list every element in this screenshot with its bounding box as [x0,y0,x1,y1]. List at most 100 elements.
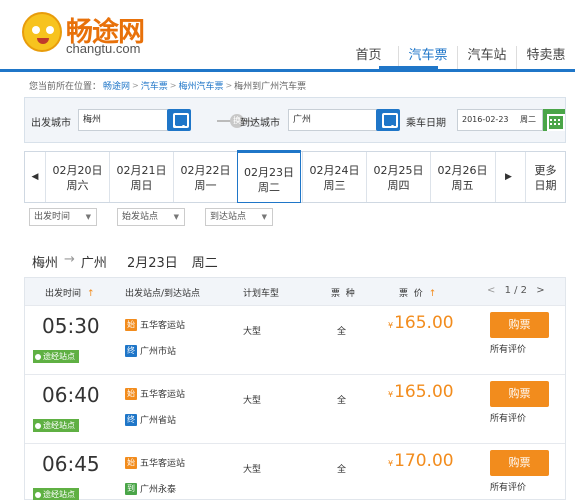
from-station-picker-icon[interactable] [167,109,191,131]
chevron-down-icon: ▼ [261,213,267,221]
start-badge: 始 [125,318,137,331]
start-badge: 始 [125,456,137,469]
breadcrumb-city-tickets[interactable]: 梅州汽车票 [178,79,223,92]
date-tab-weekday: 周日 [130,179,153,192]
ticket-type: 全 [337,396,347,406]
route-from: 梅州 [32,256,59,271]
site-logo[interactable]: 畅途网 changtu.com [22,10,152,60]
price: ¥165.00 [388,382,454,402]
bus-type: 大型 [243,396,262,406]
date-tab[interactable]: 02月25日 周四 [366,152,430,202]
end-badge: 终 [125,413,137,426]
main-nav: 首页 汽车票 汽车站 特卖惠 [339,46,575,70]
nav-bus-stations[interactable]: 汽车站 [457,46,516,70]
th-label: 出发时间 [45,289,82,299]
pager-text: 1 / 2 [504,285,528,296]
filter-label: 出发时间 [34,212,71,222]
date-tab-date: 02月25日 [373,164,424,177]
pager-next-icon[interactable]: > [536,285,544,296]
nav-deals[interactable]: 特卖惠 [516,46,575,70]
date-tab[interactable]: 02月21日 周日 [109,152,173,202]
mascot-icon [22,12,62,52]
th-departure-time[interactable]: 出发时间 ↑ [45,286,95,299]
all-reviews-link[interactable]: 所有评价 [490,342,526,355]
all-reviews-link[interactable]: 所有评价 [490,480,526,493]
all-reviews-link[interactable]: 所有评价 [490,411,526,424]
start-station: 始 五华客运站 [125,387,185,400]
route-title: 梅州 → 广州 2月23日 周二 [32,252,218,271]
end-station-name: 广州市站 [140,347,177,357]
breadcrumb-separator: > [132,81,139,90]
departure-time: 06:45 [42,452,100,476]
from-city-input[interactable]: 梅州 [78,109,168,131]
date-tabs: ◀ 02月20日 周六 02月21日 周日 02月22日 周一 02月23日 周… [24,150,566,203]
end-badge: 到 [125,482,137,495]
date-tab[interactable]: 02月24日 周三 [302,152,366,202]
price-value: 165.00 [394,313,454,333]
via-stops-tag[interactable]: 途经站点 [33,350,79,363]
to-city-input[interactable]: 广州 [288,109,378,131]
date-tab-weekday: 周二 [258,181,280,194]
buy-ticket-button[interactable]: 购票 [490,381,549,407]
end-station-name: 广州省站 [140,416,177,426]
th-price[interactable]: 票 价 ↑ [399,286,436,299]
breadcrumb: 您当前所在位置： 畅途网 > 汽车票 > 梅州汽车票 > 梅州到广州汽车票 [29,79,306,92]
price: ¥165.00 [388,313,454,333]
date-tab[interactable]: 02月22日 周一 [173,152,237,202]
start-station-name: 五华客运站 [140,390,186,400]
table-row: 05:30 途经站点 始 五华客运站 终 广州市站 大型 全 ¥165.00 购… [25,305,565,374]
departure-time: 05:30 [42,314,100,338]
th-ticket-type: 票 种 [331,289,355,299]
logo-domain: changtu.com [66,41,141,56]
start-station-name: 五华客运站 [140,321,186,331]
route-date: 2月23日 [126,256,178,271]
breadcrumb-bus-tickets[interactable]: 汽车票 [141,79,168,92]
sort-up-icon: ↑ [87,289,95,299]
price-value: 170.00 [394,451,454,471]
start-station: 始 五华客运站 [125,456,185,469]
buy-ticket-button[interactable]: 购票 [490,312,549,338]
date-input[interactable]: 2016-02-23 周二 [457,109,543,131]
via-stops-tag[interactable]: 途经站点 [33,488,79,500]
breadcrumb-home[interactable]: 畅途网 [103,79,130,92]
date-tab-weekday: 周四 [387,179,410,192]
calendar-icon[interactable] [543,109,565,131]
buy-ticket-button[interactable]: 购票 [490,450,549,476]
date-tab-active[interactable]: 02月23日 周二 [237,150,301,203]
pager-prev-icon[interactable]: < [487,285,495,296]
filter-label: 到达站点 [210,212,247,222]
date-tab-date: 02月23日 [244,166,294,179]
breadcrumb-prefix: 您当前所在位置： [29,82,102,92]
table-pager: < 1 / 2 > [487,285,545,296]
more-dates-line2: 日期 [534,179,557,192]
filter-label: 始发站点 [122,212,159,222]
price-value: 165.00 [394,382,454,402]
start-station: 始 五华客运站 [125,318,185,331]
ticket-type: 全 [337,327,347,337]
prev-dates-arrow-icon[interactable]: ◀ [25,152,45,202]
route-arrow: → [64,252,75,267]
end-station: 终 广州省站 [125,413,176,426]
next-dates-arrow-icon[interactable]: ▶ [495,152,521,202]
start-station-name: 五华客运站 [140,459,186,469]
th-label: 票 价 [399,289,423,299]
chevron-down-icon: ▼ [173,213,179,221]
table-row: 06:40 途经站点 始 五华客运站 终 广州省站 大型 全 ¥165.00 购… [25,374,565,443]
schedule-table: 出发时间 ↑ 出发站点/到达站点 计划车型 票 种 票 价 ↑ < 1 / 2 > … [24,277,566,500]
via-stops-tag[interactable]: 途经站点 [33,419,79,432]
date-tab[interactable]: 02月26日 周五 [430,152,494,202]
to-station-picker-icon[interactable] [376,109,400,131]
more-dates-line1: 更多 [534,164,557,177]
route-weekday: 周二 [191,256,218,271]
date-value: 2016-02-23 [462,115,509,124]
breadcrumb-current: 梅州到广州汽车票 [234,82,307,92]
filter-arrival-station[interactable]: 到达站点 ▼ [205,208,273,226]
filter-departure-time[interactable]: 出发时间 ▼ [29,208,97,226]
th-bus-type: 计划车型 [243,289,280,299]
filter-start-station[interactable]: 始发站点 ▼ [117,208,185,226]
date-tab[interactable]: 02月20日 周六 [45,152,109,202]
end-station-name: 广州永泰 [140,485,177,495]
more-dates-button[interactable]: 更多 日期 [525,152,565,202]
date-tab-date: 02月21日 [116,164,167,177]
currency-symbol: ¥ [388,390,394,399]
